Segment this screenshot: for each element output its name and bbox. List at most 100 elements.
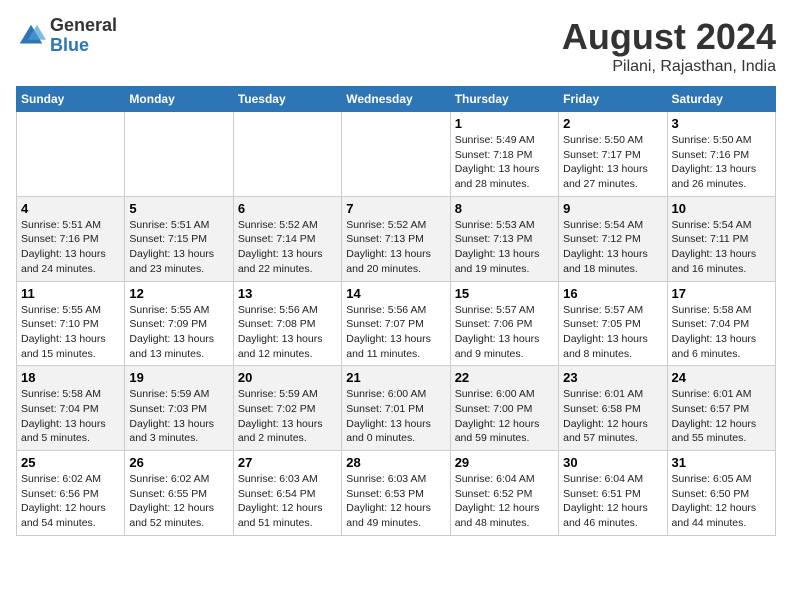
calendar-cell: 28 Sunrise: 6:03 AM Sunset: 6:53 PM Dayli…	[342, 451, 450, 536]
day-number: 24	[672, 370, 771, 385]
calendar-cell	[125, 112, 233, 197]
day-content: Sunrise: 5:54 AM Sunset: 7:12 PM Dayligh…	[563, 218, 662, 277]
logo-icon	[16, 21, 46, 51]
day-content: Sunrise: 6:02 AM Sunset: 6:55 PM Dayligh…	[129, 472, 228, 531]
day-content: Sunrise: 5:50 AM Sunset: 7:17 PM Dayligh…	[563, 133, 662, 192]
day-number: 3	[672, 116, 771, 131]
calendar-cell: 4 Sunrise: 5:51 AM Sunset: 7:16 PM Daylig…	[17, 196, 125, 281]
day-number: 25	[21, 455, 120, 470]
day-content: Sunrise: 5:50 AM Sunset: 7:16 PM Dayligh…	[672, 133, 771, 192]
calendar-cell: 2 Sunrise: 5:50 AM Sunset: 7:17 PM Daylig…	[559, 112, 667, 197]
day-content: Sunrise: 5:53 AM Sunset: 7:13 PM Dayligh…	[455, 218, 554, 277]
day-content: Sunrise: 5:55 AM Sunset: 7:10 PM Dayligh…	[21, 303, 120, 362]
calendar-cell: 11Sunrise: 5:55 AM Sunset: 7:10 PM Dayli…	[17, 281, 125, 366]
day-content: Sunrise: 5:51 AM Sunset: 7:16 PM Dayligh…	[21, 218, 120, 277]
calendar-cell: 27Sunrise: 6:03 AM Sunset: 6:54 PM Dayli…	[233, 451, 341, 536]
calendar-cell: 17Sunrise: 5:58 AM Sunset: 7:04 PM Dayli…	[667, 281, 775, 366]
calendar-cell: 14 Sunrise: 5:56 AM Sunset: 7:07 PM Dayli…	[342, 281, 450, 366]
calendar-cell	[17, 112, 125, 197]
calendar-table: SundayMondayTuesdayWednesdayThursdayFrid…	[16, 86, 776, 536]
calendar-cell: 9 Sunrise: 5:54 AM Sunset: 7:12 PM Daylig…	[559, 196, 667, 281]
day-content: Sunrise: 6:02 AM Sunset: 6:56 PM Dayligh…	[21, 472, 120, 531]
day-number: 8	[455, 201, 554, 216]
week-row-3: 11Sunrise: 5:55 AM Sunset: 7:10 PM Dayli…	[17, 281, 776, 366]
day-number: 9	[563, 201, 662, 216]
calendar-cell: 31Sunrise: 6:05 AM Sunset: 6:50 PM Dayli…	[667, 451, 775, 536]
day-content: Sunrise: 5:57 AM Sunset: 7:05 PM Dayligh…	[563, 303, 662, 362]
header-row: SundayMondayTuesdayWednesdayThursdayFrid…	[17, 87, 776, 112]
day-content: Sunrise: 5:51 AM Sunset: 7:15 PM Dayligh…	[129, 218, 228, 277]
day-number: 7	[346, 201, 445, 216]
day-number: 18	[21, 370, 120, 385]
calendar-cell: 3 Sunrise: 5:50 AM Sunset: 7:16 PM Daylig…	[667, 112, 775, 197]
calendar-cell: 25 Sunrise: 6:02 AM Sunset: 6:56 PM Dayli…	[17, 451, 125, 536]
logo: General Blue	[16, 16, 117, 56]
day-number: 4	[21, 201, 120, 216]
day-number: 30	[563, 455, 662, 470]
header-day-friday: Friday	[559, 87, 667, 112]
day-content: Sunrise: 5:55 AM Sunset: 7:09 PM Dayligh…	[129, 303, 228, 362]
day-content: Sunrise: 6:00 AM Sunset: 7:01 PM Dayligh…	[346, 387, 445, 446]
header-day-monday: Monday	[125, 87, 233, 112]
day-content: Sunrise: 6:04 AM Sunset: 6:51 PM Dayligh…	[563, 472, 662, 531]
day-content: Sunrise: 5:58 AM Sunset: 7:04 PM Dayligh…	[21, 387, 120, 446]
header-day-saturday: Saturday	[667, 87, 775, 112]
calendar-cell	[233, 112, 341, 197]
header-day-tuesday: Tuesday	[233, 87, 341, 112]
calendar-subtitle: Pilani, Rajasthan, India	[562, 58, 776, 76]
day-number: 16	[563, 286, 662, 301]
logo-general-text: General	[50, 16, 117, 36]
day-number: 12	[129, 286, 228, 301]
week-row-5: 25 Sunrise: 6:02 AM Sunset: 6:56 PM Dayli…	[17, 451, 776, 536]
calendar-cell: 26 Sunrise: 6:02 AM Sunset: 6:55 PM Dayli…	[125, 451, 233, 536]
day-number: 2	[563, 116, 662, 131]
week-row-4: 18 Sunrise: 5:58 AM Sunset: 7:04 PM Dayli…	[17, 366, 776, 451]
day-number: 6	[238, 201, 337, 216]
header-day-sunday: Sunday	[17, 87, 125, 112]
day-number: 15	[455, 286, 554, 301]
day-number: 26	[129, 455, 228, 470]
day-content: Sunrise: 5:52 AM Sunset: 7:13 PM Dayligh…	[346, 218, 445, 277]
calendar-cell: 15Sunrise: 5:57 AM Sunset: 7:06 PM Dayli…	[450, 281, 558, 366]
logo-blue-text: Blue	[50, 36, 117, 56]
calendar-cell: 18 Sunrise: 5:58 AM Sunset: 7:04 PM Dayli…	[17, 366, 125, 451]
calendar-cell: 23 Sunrise: 6:01 AM Sunset: 6:58 PM Dayli…	[559, 366, 667, 451]
day-number: 28	[346, 455, 445, 470]
calendar-title: August 2024	[562, 16, 776, 58]
calendar-cell: 30 Sunrise: 6:04 AM Sunset: 6:51 PM Dayli…	[559, 451, 667, 536]
page-header: General Blue August 2024 Pilani, Rajasth…	[16, 16, 776, 76]
calendar-cell: 20Sunrise: 5:59 AM Sunset: 7:02 PM Dayli…	[233, 366, 341, 451]
day-number: 1	[455, 116, 554, 131]
day-number: 31	[672, 455, 771, 470]
day-number: 29	[455, 455, 554, 470]
day-content: Sunrise: 5:59 AM Sunset: 7:03 PM Dayligh…	[129, 387, 228, 446]
week-row-1: 1 Sunrise: 5:49 AM Sunset: 7:18 PM Daylig…	[17, 112, 776, 197]
calendar-cell: 1 Sunrise: 5:49 AM Sunset: 7:18 PM Daylig…	[450, 112, 558, 197]
calendar-cell: 10Sunrise: 5:54 AM Sunset: 7:11 PM Dayli…	[667, 196, 775, 281]
day-content: Sunrise: 5:56 AM Sunset: 7:07 PM Dayligh…	[346, 303, 445, 362]
calendar-cell: 24 Sunrise: 6:01 AM Sunset: 6:57 PM Dayli…	[667, 366, 775, 451]
day-content: Sunrise: 6:03 AM Sunset: 6:54 PM Dayligh…	[238, 472, 337, 531]
calendar-cell: 6 Sunrise: 5:52 AM Sunset: 7:14 PM Daylig…	[233, 196, 341, 281]
day-number: 5	[129, 201, 228, 216]
calendar-cell	[342, 112, 450, 197]
calendar-cell: 22Sunrise: 6:00 AM Sunset: 7:00 PM Dayli…	[450, 366, 558, 451]
calendar-cell: 21Sunrise: 6:00 AM Sunset: 7:01 PM Dayli…	[342, 366, 450, 451]
day-content: Sunrise: 5:49 AM Sunset: 7:18 PM Dayligh…	[455, 133, 554, 192]
day-number: 23	[563, 370, 662, 385]
header-day-thursday: Thursday	[450, 87, 558, 112]
calendar-cell: 5 Sunrise: 5:51 AM Sunset: 7:15 PM Daylig…	[125, 196, 233, 281]
day-number: 20	[238, 370, 337, 385]
day-content: Sunrise: 6:04 AM Sunset: 6:52 PM Dayligh…	[455, 472, 554, 531]
day-content: Sunrise: 5:52 AM Sunset: 7:14 PM Dayligh…	[238, 218, 337, 277]
calendar-cell: 7 Sunrise: 5:52 AM Sunset: 7:13 PM Daylig…	[342, 196, 450, 281]
day-content: Sunrise: 6:00 AM Sunset: 7:00 PM Dayligh…	[455, 387, 554, 446]
day-number: 14	[346, 286, 445, 301]
calendar-cell: 19 Sunrise: 5:59 AM Sunset: 7:03 PM Dayli…	[125, 366, 233, 451]
day-number: 19	[129, 370, 228, 385]
calendar-cell: 8 Sunrise: 5:53 AM Sunset: 7:13 PM Daylig…	[450, 196, 558, 281]
day-content: Sunrise: 6:01 AM Sunset: 6:57 PM Dayligh…	[672, 387, 771, 446]
day-content: Sunrise: 6:03 AM Sunset: 6:53 PM Dayligh…	[346, 472, 445, 531]
day-content: Sunrise: 6:01 AM Sunset: 6:58 PM Dayligh…	[563, 387, 662, 446]
calendar-cell: 16 Sunrise: 5:57 AM Sunset: 7:05 PM Dayli…	[559, 281, 667, 366]
